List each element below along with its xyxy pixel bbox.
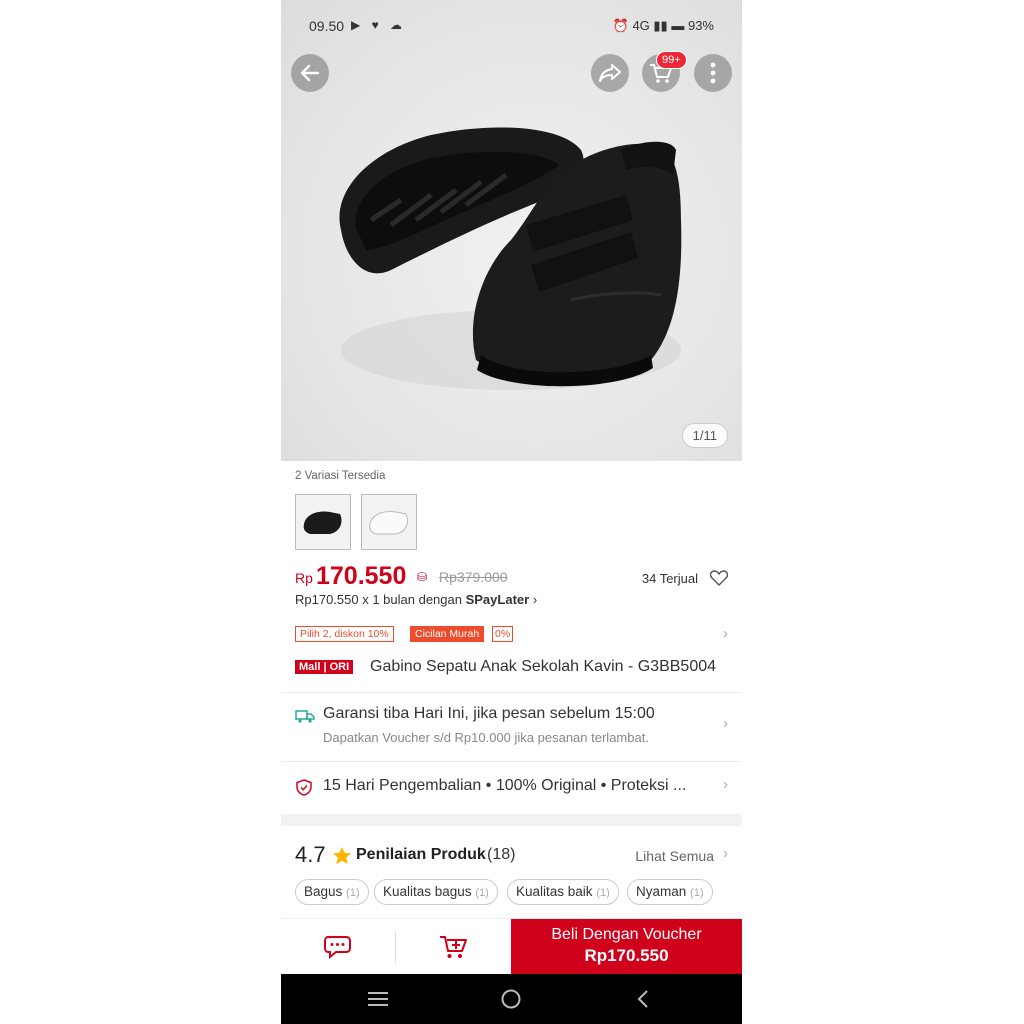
status-time: 09.50	[309, 18, 345, 34]
review-chip[interactable]: Kualitas bagus (1)	[374, 879, 498, 905]
guarantees-text: 15 Hari Pengembalian • 100% Original • P…	[323, 777, 687, 794]
share-icon	[599, 64, 621, 82]
chip-count: (1)	[690, 887, 704, 899]
bottom-action-bar: Beli Dengan Voucher Rp170.550	[281, 918, 742, 975]
price-original: Rp379.000	[439, 569, 508, 585]
price-current: 170.550	[316, 562, 407, 590]
promo-row[interactable]: Pilih 2, diskon 10% Cicilan Murah 0% ›	[281, 625, 742, 644]
shield-icon	[296, 779, 312, 796]
chip-count: (1)	[596, 887, 610, 899]
system-back-button[interactable]	[630, 986, 656, 1012]
phone-screen: 09.50 ▶ ♥ ☁ ⏰ 4G ▮▮ ▬ 93% 99+ 1/11 2 Var…	[281, 0, 742, 1024]
sold-count: 34 Terjual	[641, 571, 698, 586]
cart-button[interactable]: 99+	[642, 51, 687, 92]
paylater-row[interactable]: Rp170.550 x 1 bulan dengan SPayLater ›	[295, 592, 742, 607]
truck-icon	[295, 710, 315, 723]
variation-thumb-black[interactable]	[295, 494, 351, 550]
home-circle-icon	[501, 989, 521, 1009]
notification-icons: ▶ ♥ ☁	[351, 18, 407, 32]
signal-icon: ▮▮	[653, 18, 668, 33]
paylater-text: Rp170.550 x 1 bulan dengan	[295, 592, 466, 607]
recents-button[interactable]	[365, 986, 391, 1012]
chip-label: Kualitas bagus	[383, 884, 472, 899]
add-to-cart-button[interactable]	[397, 919, 511, 975]
chip-label: Nyaman	[636, 884, 687, 899]
rating-label: Penilaian Produk	[356, 846, 486, 863]
chevron-right-icon: ›	[532, 592, 538, 607]
image-counter: 1/11	[681, 423, 728, 448]
chip-label: Kualitas baik	[516, 884, 593, 899]
chip-label: Bagus	[304, 884, 343, 899]
buy-with-voucher-button[interactable]: Beli Dengan Voucher Rp170.550	[511, 919, 742, 975]
network-label: 4G	[632, 18, 650, 33]
home-button[interactable]	[498, 986, 524, 1012]
chevron-right-icon: ›	[723, 776, 728, 793]
cart-badge: 99+	[656, 51, 687, 69]
more-vertical-icon	[710, 62, 716, 84]
arrow-left-icon	[300, 64, 320, 82]
status-bar: 09.50 ▶ ♥ ☁ ⏰ 4G ▮▮ ▬ 93%	[281, 14, 742, 40]
chat-button[interactable]	[281, 919, 396, 975]
divider	[281, 692, 742, 693]
buy-button-label: Beli Dengan Voucher	[551, 926, 702, 943]
coins-icon: ⛁	[417, 570, 428, 584]
shipping-row[interactable]: Garansi tiba Hari Ini, jika pesan sebelu…	[281, 705, 742, 753]
installment-tag: Cicilan Murah	[410, 626, 485, 642]
buy-button-price: Rp170.550	[584, 946, 669, 965]
guarantees-row[interactable]: 15 Hari Pengembalian • 100% Original • P…	[281, 776, 742, 798]
mall-badge: Mall | ORI	[295, 660, 354, 674]
rating-count: (18)	[487, 846, 516, 863]
system-nav-bar	[281, 974, 742, 1024]
chip-count: (1)	[475, 887, 489, 899]
review-chips: Bagus (1) Kualitas bagus (1) Kualitas ba…	[281, 879, 742, 905]
price-row: Rp 170.550 ⛁ Rp379.000 34 Terjual	[281, 562, 742, 592]
shipping-subtitle: Dapatkan Voucher s/d Rp10.000 jika pesan…	[323, 730, 649, 745]
cart-plus-icon	[440, 936, 467, 958]
chevron-right-icon: ›	[723, 625, 728, 642]
heart-icon[interactable]	[710, 570, 728, 586]
rating-row: 4.7 Penilaian Produk (18) Lihat Semua ›	[281, 842, 742, 870]
chevron-left-icon	[637, 990, 648, 1008]
see-all-link[interactable]: Lihat Semua	[635, 848, 714, 864]
divider	[281, 761, 742, 762]
star-icon	[333, 847, 351, 864]
back-button[interactable]	[291, 54, 329, 92]
review-chip[interactable]: Nyaman (1)	[627, 879, 713, 905]
section-gap	[281, 814, 742, 826]
discount-tag: Pilih 2, diskon 10%	[295, 626, 394, 642]
chip-count: (1)	[346, 887, 360, 899]
status-right: ⏰ 4G ▮▮ ▬ 93%	[613, 18, 714, 34]
variation-thumb-white[interactable]	[361, 494, 417, 550]
installment-rate: 0%	[492, 626, 514, 642]
paylater-brand: SPayLater	[465, 592, 530, 607]
battery-icon: ▬	[671, 18, 685, 33]
chevron-right-icon: ›	[723, 715, 728, 732]
rating-score: 4.7	[295, 842, 326, 867]
more-button[interactable]	[694, 54, 732, 92]
product-title-row: Mall | ORI Gabino Sepatu Anak Sekolah Ka…	[281, 658, 742, 680]
chat-icon	[323, 936, 351, 960]
review-chip[interactable]: Bagus (1)	[295, 879, 369, 905]
alarm-icon: ⏰	[612, 18, 629, 33]
shipping-title: Garansi tiba Hari Ini, jika pesan sebelu…	[323, 705, 655, 722]
menu-icon	[368, 992, 388, 1006]
product-image[interactable]: 09.50 ▶ ♥ ☁ ⏰ 4G ▮▮ ▬ 93% 99+ 1/11	[281, 0, 742, 461]
share-button[interactable]	[591, 54, 629, 92]
chevron-right-icon: ›	[723, 845, 728, 862]
battery-level: 93%	[687, 18, 714, 33]
review-chip[interactable]: Kualitas baik (1)	[507, 879, 619, 905]
divider	[395, 931, 396, 963]
white-shoe-thumb	[369, 511, 409, 535]
price-currency: Rp	[295, 570, 313, 586]
black-shoe-thumb	[303, 511, 342, 534]
product-title: Gabino Sepatu Anak Sekolah Kavin - G3BB5…	[370, 658, 717, 675]
variations-label: 2 Variasi Tersedia	[295, 470, 386, 482]
